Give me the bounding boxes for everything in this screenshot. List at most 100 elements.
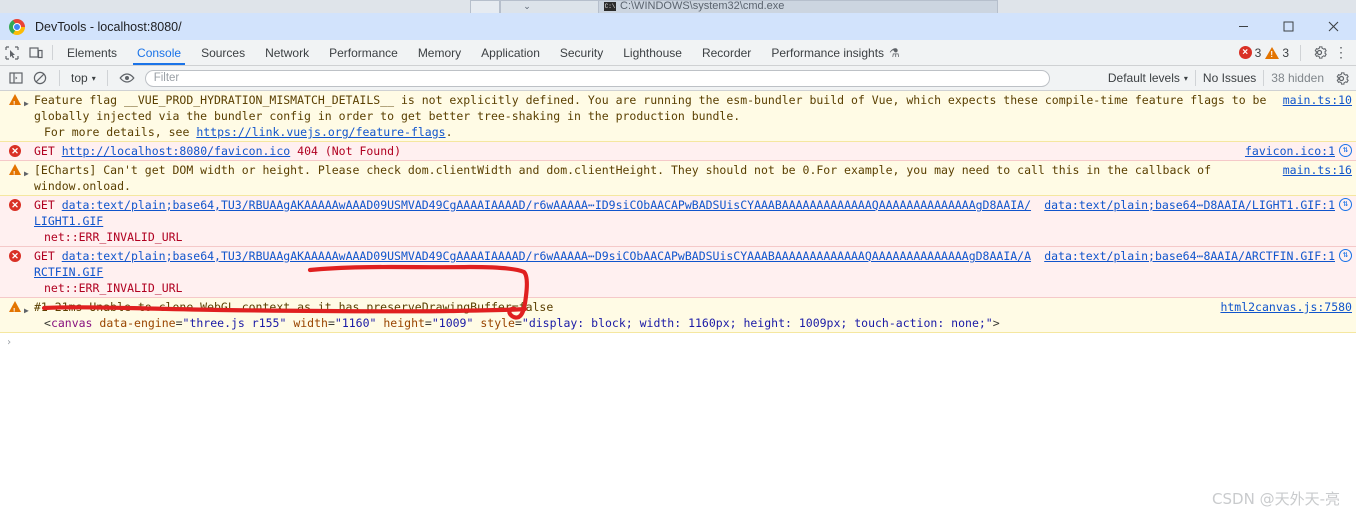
tab-label: Security	[559, 45, 604, 60]
attr-value: "display: block; width: 1160px; height: …	[521, 316, 993, 330]
console-message-list[interactable]: ▶ Feature flag __VUE_PROD_HYDRATION_MISM…	[0, 91, 1356, 519]
hidden-messages-count[interactable]: 38 hidden	[1271, 71, 1324, 85]
gear-icon[interactable]	[1330, 67, 1352, 89]
log-levels-dropdown[interactable]: Default levels ▾	[1108, 71, 1188, 85]
message-extra-line: For more details, see https://link.vuejs…	[34, 124, 1275, 140]
window-title: DevTools - localhost:8080/	[35, 19, 182, 34]
tab-label: Elements	[67, 45, 118, 60]
device-toolbar-icon[interactable]	[24, 40, 48, 65]
source-link[interactable]: data:text/plain;base64⋯D8AAIA/LIGHT1.GIF…	[1044, 197, 1335, 213]
source-link[interactable]: main.ts:16	[1283, 162, 1352, 178]
source-link[interactable]: data:text/plain;base64⋯8AAIA/ARCTFIN.GIF…	[1044, 248, 1335, 264]
extra-suffix: .	[445, 125, 453, 139]
message-text: Feature flag __VUE_PROD_HYDRATION_MISMAT…	[34, 92, 1283, 140]
error-icon: ✕	[6, 143, 24, 157]
message-source: data:text/plain;base64⋯8AAIA/ARCTFIN.GIF…	[1044, 248, 1356, 264]
attr-value: "three.js r155"	[182, 316, 287, 330]
tab-performance-insights[interactable]: Performance insights ⚗	[761, 40, 909, 65]
tab-application[interactable]: Application	[471, 40, 550, 65]
attr-value: "1009"	[431, 316, 474, 330]
tab-lighthouse[interactable]: Lighthouse	[613, 40, 692, 65]
tab-memory[interactable]: Memory	[408, 40, 471, 65]
message-source: main.ts:16	[1283, 162, 1356, 178]
inspect-element-icon[interactable]	[0, 40, 24, 65]
source-link[interactable]: main.ts:10	[1283, 92, 1352, 108]
tab-security[interactable]: Security	[550, 40, 613, 65]
console-message-warning[interactable]: ▶ [ECharts] Can't get DOM width or heigh…	[0, 161, 1356, 196]
console-message-error[interactable]: ✕ GET data:text/plain;base64,TU3/RBUAAgA…	[0, 196, 1356, 247]
toolbar-divider	[106, 70, 108, 86]
error-icon: ✕	[6, 248, 24, 262]
issues-link[interactable]: No Issues	[1203, 71, 1256, 85]
maximize-button[interactable]	[1266, 13, 1311, 40]
tag-close: >	[992, 316, 1000, 330]
net-error-text: net::ERR_INVALID_URL	[44, 230, 183, 244]
filter-input[interactable]	[144, 69, 1050, 87]
expand-arrow-icon[interactable]: ▶	[24, 162, 34, 182]
tab-label: Memory	[417, 45, 462, 60]
error-count[interactable]: × 3	[1238, 45, 1262, 60]
more-options-icon[interactable]: ⋮	[1330, 42, 1352, 64]
request-status: 404 (Not Found)	[297, 144, 401, 158]
network-request-icon[interactable]: ⇅	[1339, 249, 1352, 262]
warning-count-value: 3	[1282, 45, 1289, 60]
vue-feature-flags-link[interactable]: https://link.vuejs.org/feature-flags	[196, 125, 445, 139]
tab-sources[interactable]: Sources	[191, 40, 255, 65]
canvas-element-markup: <canvas data-engine="three.js r155" widt…	[44, 316, 1000, 330]
console-prompt[interactable]: ›	[0, 333, 1356, 352]
console-message-error[interactable]: ✕ GET http://localhost:8080/favicon.ico …	[0, 142, 1356, 161]
request-method: GET	[34, 249, 55, 263]
network-request-icon[interactable]: ⇅	[1339, 144, 1352, 157]
source-link[interactable]: favicon.ico:1	[1245, 143, 1335, 159]
error-icon: ✕	[6, 197, 24, 211]
message-source: html2canvas.js:7580	[1220, 299, 1356, 315]
tag-name: canvas	[50, 316, 93, 330]
source-link[interactable]: html2canvas.js:7580	[1220, 299, 1352, 315]
attr-value: "1160"	[334, 316, 377, 330]
expand-arrow-placeholder	[24, 248, 34, 252]
warning-icon	[6, 299, 24, 320]
tab-network[interactable]: Network	[255, 40, 319, 65]
message-text: GET data:text/plain;base64,TU3/RBUAAgAKA…	[34, 248, 1044, 296]
tab-console[interactable]: Console	[127, 40, 191, 65]
expand-arrow-icon[interactable]: ▶	[24, 92, 34, 112]
console-message-warning-webgl[interactable]: ▶ #1 21ms Unable to clone WebGL context …	[0, 298, 1356, 333]
error-count-value: 3	[1254, 45, 1262, 60]
warning-icon	[6, 92, 24, 113]
live-expression-icon[interactable]	[115, 67, 139, 89]
execution-context-selector[interactable]: top ▾	[67, 71, 100, 85]
console-toolbar: top ▾ Default levels ▾ No Issues 38 hidd…	[0, 66, 1356, 91]
message-text: [ECharts] Can't get DOM width or height.…	[34, 163, 1212, 193]
error-icon: ×	[1238, 46, 1252, 59]
console-message-warning[interactable]: ▶ Feature flag __VUE_PROD_HYDRATION_MISM…	[0, 91, 1356, 142]
warning-count[interactable]: 3	[1265, 46, 1289, 60]
gear-icon[interactable]	[1308, 42, 1330, 64]
context-label: top	[71, 71, 88, 85]
tab-elements[interactable]: Elements	[57, 40, 127, 65]
request-url-link[interactable]: data:text/plain;base64,TU3/RBUAAgAKAAAAA…	[34, 249, 1031, 279]
tab-recorder[interactable]: Recorder	[692, 40, 761, 65]
expand-arrow-icon[interactable]: ▶	[24, 299, 34, 319]
toolbar-divider	[1194, 70, 1196, 86]
tab-label: Lighthouse	[623, 45, 682, 60]
console-toolbar-right: Default levels ▾ No Issues 38 hidden	[1108, 67, 1352, 89]
devtools-tabbar: Elements Console Sources Network Perform…	[0, 40, 1356, 66]
console-message-error[interactable]: ✕ GET data:text/plain;base64,TU3/RBUAAgA…	[0, 247, 1356, 298]
close-button[interactable]	[1311, 13, 1356, 40]
message-source: main.ts:10	[1283, 92, 1356, 108]
chrome-logo-icon	[9, 18, 25, 35]
request-url-link[interactable]: http://localhost:8080/favicon.ico	[62, 144, 290, 158]
minimize-button[interactable]	[1221, 13, 1266, 40]
tab-performance[interactable]: Performance	[319, 40, 408, 65]
request-url-link[interactable]: data:text/plain;base64,TU3/RBUAAgAKAAAAA…	[34, 198, 1031, 228]
clear-console-icon[interactable]	[28, 67, 52, 89]
network-request-icon[interactable]: ⇅	[1339, 198, 1352, 211]
tab-label: Recorder	[701, 45, 752, 60]
message-source: data:text/plain;base64⋯D8AAIA/LIGHT1.GIF…	[1044, 197, 1356, 213]
background-cmd-title: C:\WINDOWS\system32\cmd.exe	[620, 0, 785, 12]
log-levels-label: Default levels	[1107, 71, 1180, 85]
tab-label: Console	[137, 45, 182, 60]
request-method: GET	[34, 144, 55, 158]
console-sidebar-icon[interactable]	[4, 67, 28, 89]
tab-label: Network	[265, 45, 310, 60]
